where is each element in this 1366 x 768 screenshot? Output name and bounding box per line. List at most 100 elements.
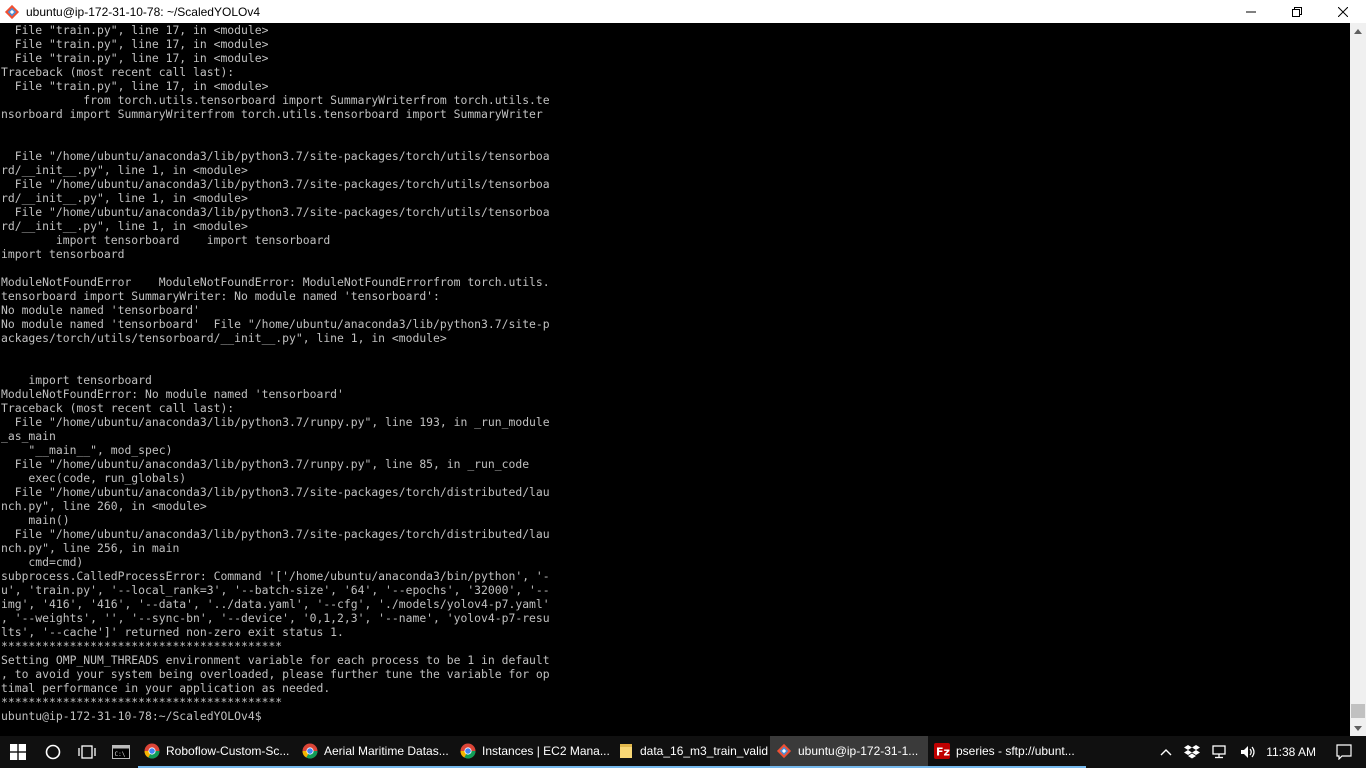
terminal-line: File "/home/ubuntu/anaconda3/lib/python3… [1,205,550,219]
terminal-line: ****************************************… [1,695,283,709]
terminal-line: File "train.py", line 17, in <module> [1,79,269,93]
system-tray: 11:38 AM [1154,736,1366,768]
notification-icon [1336,744,1352,760]
terminal-line: File "/home/ubuntu/anaconda3/lib/python3… [1,457,530,471]
dropbox-icon [1184,745,1201,759]
terminal-line: nch.py", line 256, in main [1,541,180,555]
terminal-line: import tensorboard [1,373,152,387]
terminal-line: ackages/torch/utils/tensorboard/__init__… [1,331,447,345]
terminal-line: main() [1,513,70,527]
terminal-line: import tensorboard import tensorboard [1,233,331,247]
arrow-up-icon [1354,28,1362,34]
restore-button[interactable] [1274,0,1320,23]
terminal-line: nsorboard import SummaryWriterfrom torch… [1,107,543,121]
task-view-icon [78,745,96,759]
terminal-line: Traceback (most recent call last): [1,65,235,79]
terminal-line: u', 'train.py', '--local_rank=3', '--bat… [1,583,550,597]
task-ec2-instances[interactable]: Instances | EC2 Mana... [454,736,612,768]
command-prompt-icon: C:\ [112,745,130,759]
terminal-line: import tensorboard [1,247,125,261]
terminal-line: timal performance in your application as… [1,681,331,695]
terminal-line: File "/home/ubuntu/anaconda3/lib/python3… [1,177,550,191]
terminal-line: No module named 'tensorboard' File "/hom… [1,317,550,331]
window-titlebar[interactable]: ubuntu@ip-172-31-10-78: ~/ScaledYOLOv4 [0,0,1366,23]
terminal-line: _as_main [1,429,56,443]
chrome-icon [144,743,160,759]
task-aerial-maritime[interactable]: Aerial Maritime Datas... [296,736,454,768]
close-icon [1338,6,1348,17]
terminal-line: File "train.py", line 17, in <module> [1,51,269,65]
scrollbar-thumb[interactable] [1351,704,1365,718]
show-hidden-icons-button[interactable] [1154,736,1178,768]
window-title: ubuntu@ip-172-31-10-78: ~/ScaledYOLOv4 [26,4,260,19]
start-button[interactable] [0,736,36,768]
svg-text:C:\: C:\ [115,751,126,758]
volume-tray-button[interactable] [1234,736,1262,768]
task-list: Roboflow-Custom-Sc... Aerial Maritime Da… [138,736,1086,768]
terminal-output: File "train.py", line 17, in <module> Fi… [0,23,1350,723]
terminal-line: , to avoid your system being overloaded,… [1,667,550,681]
svg-text:Fz: Fz [936,746,950,759]
terminal-line: ubuntu@ip-172-31-10-78:~/ScaledYOLOv4$ [1,709,269,723]
task-git-bash-terminal[interactable]: ubuntu@ip-172-31-1... [770,736,928,768]
terminal-line: ModuleNotFoundError: No module named 'te… [1,387,344,401]
terminal-area[interactable]: File "train.py", line 17, in <module> Fi… [0,23,1350,736]
terminal-line: rd/__init__.py", line 1, in <module> [1,191,248,205]
terminal-line: File "/home/ubuntu/anaconda3/lib/python3… [1,415,550,429]
terminal-line: rd/__init__.py", line 1, in <module> [1,219,248,233]
minimize-icon [1246,11,1256,12]
terminal-line: ModuleNotFoundError ModuleNotFoundError:… [1,275,550,289]
terminal-line: Traceback (most recent call last): [1,401,235,415]
scroll-down-button[interactable] [1350,720,1366,736]
terminal-line: ****************************************… [1,639,283,653]
network-icon [1212,745,1226,759]
terminal-line: subprocess.CalledProcessError: Command '… [1,569,550,583]
terminal-line: File "/home/ubuntu/anaconda3/lib/python3… [1,149,550,163]
vertical-scrollbar[interactable] [1350,23,1366,736]
terminal-line: File "/home/ubuntu/anaconda3/lib/python3… [1,485,550,499]
network-tray-button[interactable] [1206,736,1234,768]
close-button[interactable] [1320,0,1366,23]
terminal-line: lts', '--cache']' returned non-zero exit… [1,625,344,639]
task-roboflow[interactable]: Roboflow-Custom-Sc... [138,736,296,768]
restore-icon [1292,6,1302,17]
minimize-button[interactable] [1228,0,1274,23]
search-button[interactable] [36,736,70,768]
cortana-circle-icon [45,744,61,760]
terminal-line: File "train.py", line 17, in <module> [1,23,269,37]
windows-logo-icon [10,744,26,760]
terminal-line: exec(code, run_globals) [1,471,187,485]
task-view-button[interactable] [70,736,104,768]
folder-icon [620,744,632,758]
cmd-shortcut[interactable]: C:\ [104,736,138,768]
scroll-up-button[interactable] [1350,23,1366,39]
terminal-line: , '--weights', '', '--sync-bn', '--devic… [1,611,550,625]
task-filezilla[interactable]: Fz pseries - sftp://ubunt... [928,736,1086,768]
terminal-line: "__main__", mod_spec) [1,443,173,457]
chevron-up-icon [1160,749,1172,756]
action-center-button[interactable] [1326,736,1366,768]
terminal-line: rd/__init__.py", line 1, in <module> [1,163,248,177]
clock[interactable]: 11:38 AM [1262,736,1326,768]
terminal-line: cmd=cmd) [1,555,84,569]
terminal-line: No module named 'tensorboard' [1,303,200,317]
terminal-line: tensorboard import SummaryWriter: No mod… [1,289,440,303]
terminal-line: File "/home/ubuntu/anaconda3/lib/python3… [1,527,550,541]
taskbar: C:\ Roboflow-Custom-Sc... Aerial Maritim… [0,736,1366,768]
chrome-icon [302,743,318,759]
terminal-line: nch.py", line 260, in <module> [1,499,207,513]
clock-time: 11:38 AM [1266,745,1316,759]
task-folder-data[interactable]: data_16_m3_train_valid [612,736,770,768]
git-bash-icon [4,4,20,19]
volume-icon [1241,746,1255,758]
git-bash-icon [776,743,792,759]
terminal-line: File "train.py", line 17, in <module> [1,37,269,51]
terminal-line: from torch.utils.tensorboard import Summ… [1,93,550,107]
dropbox-tray-button[interactable] [1178,736,1206,768]
chrome-icon [460,743,476,759]
